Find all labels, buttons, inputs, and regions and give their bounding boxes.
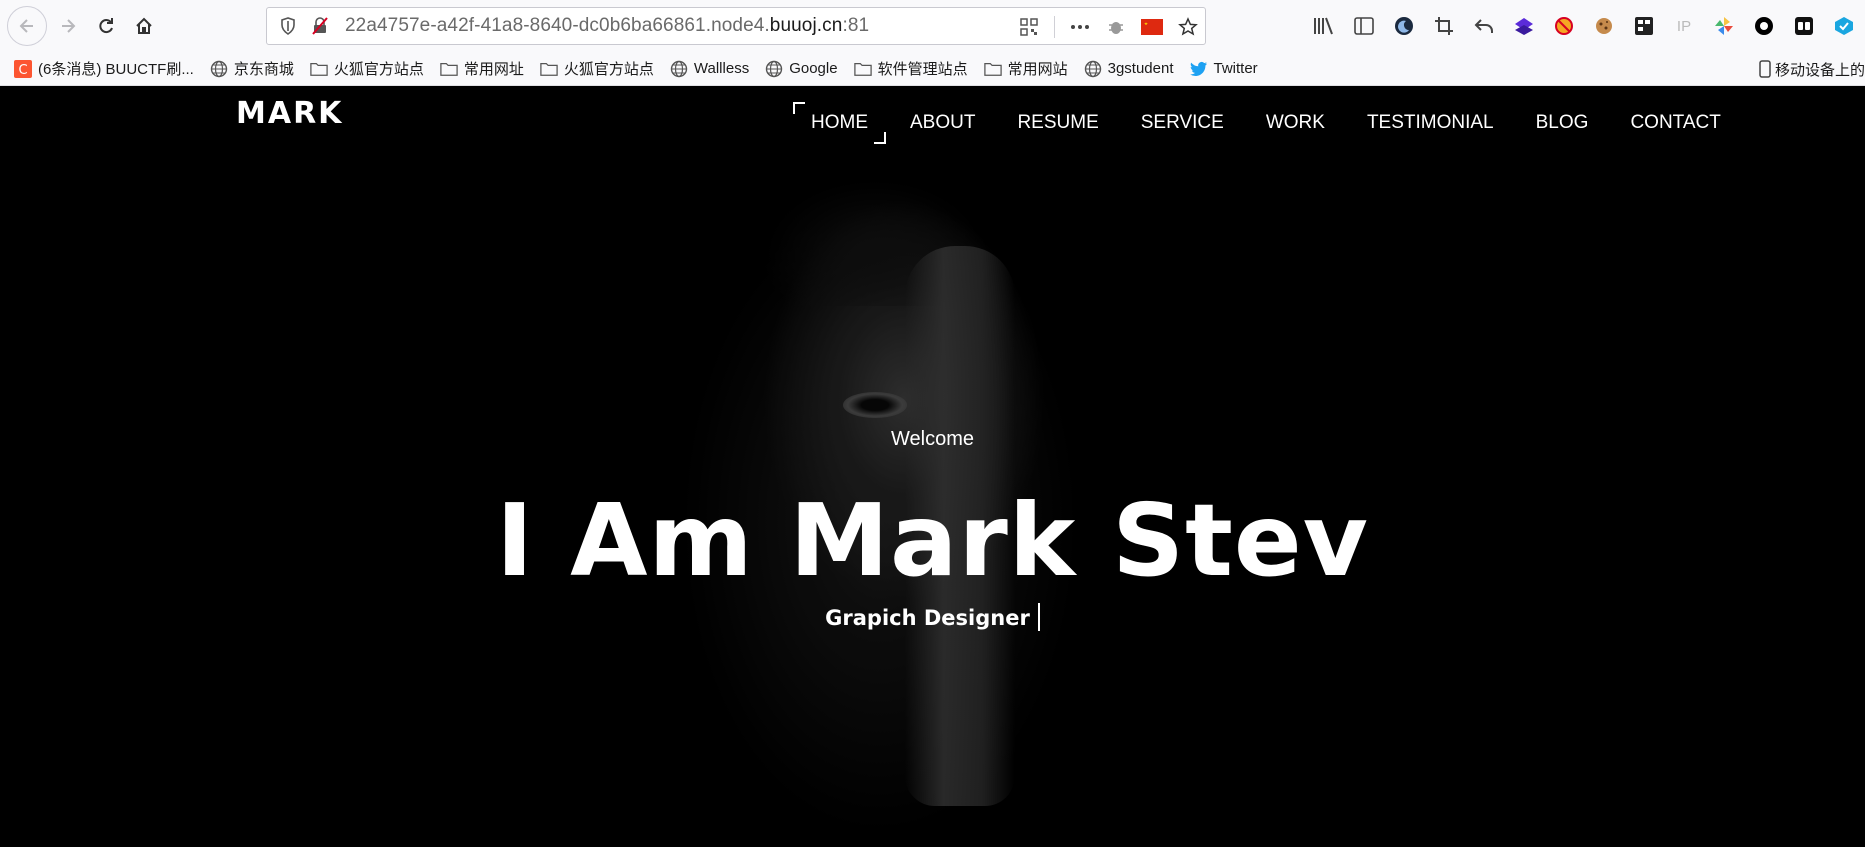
grid-extension-icon[interactable] xyxy=(1790,12,1818,40)
insecure-lock-icon[interactable] xyxy=(309,15,331,37)
nav-contact[interactable]: CONTACT xyxy=(1630,112,1720,134)
folder-icon xyxy=(853,60,872,78)
nav-work[interactable]: WORK xyxy=(1266,112,1325,134)
bookmark-label: (6条消息) BUUCTF刷... xyxy=(38,61,194,78)
twitter-icon xyxy=(1189,60,1208,78)
site-logo[interactable]: MARK xyxy=(236,96,343,131)
bookmark-label: Twitter xyxy=(1213,60,1258,77)
csdn-icon: C xyxy=(14,59,32,78)
url-port: :81 xyxy=(842,15,870,36)
qr-code-icon[interactable] xyxy=(1018,16,1040,38)
mobile-device-icon xyxy=(1759,60,1771,78)
folder-icon xyxy=(540,60,558,78)
star-bookmark-icon[interactable] xyxy=(1177,16,1199,38)
forward-button[interactable] xyxy=(51,9,85,43)
bookmark-label: 软件管理站点 xyxy=(877,61,968,78)
moon-extension-icon[interactable] xyxy=(1390,12,1418,40)
bookmarks-bar: C (6条消息) BUUCTF刷... 京东商城 火狐官方站点 常用网址 火狐官… xyxy=(0,52,1865,86)
globe-icon xyxy=(1084,60,1102,78)
arrow-left-icon xyxy=(19,19,33,33)
website-page: MARK HOME ABOUT RESUME SERVICE WORK TEST… xyxy=(0,86,1865,847)
cube-extension-icon[interactable] xyxy=(1830,12,1858,40)
crop-icon[interactable] xyxy=(1430,12,1458,40)
bookmark-label: 火狐官方站点 xyxy=(563,61,654,78)
circle-extension-icon[interactable] xyxy=(1750,12,1778,40)
nav-resume[interactable]: RESUME xyxy=(1017,112,1098,134)
main-nav: HOME ABOUT RESUME SERVICE WORK TESTIMONI… xyxy=(793,102,1721,144)
bookmark-label: 京东商城 xyxy=(233,61,294,78)
hero-headline: I Am Mark Stev xyxy=(496,482,1369,599)
bug-icon[interactable] xyxy=(1105,16,1127,38)
url-host: buuoj.cn xyxy=(769,15,843,36)
divider xyxy=(1054,16,1055,38)
back-button[interactable] xyxy=(7,6,47,46)
bookmark-google[interactable]: Google xyxy=(765,60,838,78)
more-actions-icon[interactable] xyxy=(1069,16,1091,38)
pinwheel-extension-icon[interactable] xyxy=(1710,12,1738,40)
arrow-right-icon xyxy=(62,19,76,33)
nav-service[interactable]: SERVICE xyxy=(1141,112,1224,134)
bookmark-folder-common[interactable]: 常用网址 xyxy=(440,58,524,79)
bookmark-label: 常用网站 xyxy=(1007,61,1068,78)
bookmark-folder-firefox-2[interactable]: 火狐官方站点 xyxy=(540,58,654,79)
ip-icon[interactable]: IP xyxy=(1670,12,1698,40)
mobile-bookmarks[interactable]: 移动设备上的 xyxy=(1759,52,1865,86)
nav-home[interactable]: HOME xyxy=(793,102,886,144)
china-flag-icon[interactable] xyxy=(1141,16,1163,38)
reload-icon xyxy=(99,18,113,34)
svg-text:C: C xyxy=(18,63,27,78)
bookmark-3gstudent[interactable]: 3gstudent xyxy=(1084,60,1174,78)
hero-subline: Grapich Designer xyxy=(0,603,1865,631)
hero-overlay xyxy=(0,86,1865,847)
bookmark-csdn[interactable]: C (6条消息) BUUCTF刷... xyxy=(14,58,194,79)
typing-caret xyxy=(1037,603,1040,631)
folder-icon xyxy=(440,60,458,78)
bookmark-label: 常用网址 xyxy=(463,61,524,78)
home-icon xyxy=(136,17,152,34)
nav-testimonial[interactable]: TESTIMONIAL xyxy=(1367,112,1494,134)
bookmark-jd[interactable]: 京东商城 xyxy=(210,58,294,79)
bookmark-label: Wallless xyxy=(693,60,750,77)
home-button[interactable] xyxy=(127,9,161,43)
layers-extension-icon[interactable] xyxy=(1510,12,1538,40)
cookie-icon[interactable] xyxy=(1590,12,1618,40)
bookmark-label: Google xyxy=(789,60,838,77)
bookmark-folder-firefox[interactable]: 火狐官方站点 xyxy=(310,58,424,79)
sidebar-icon[interactable] xyxy=(1350,12,1378,40)
mobile-bookmarks-label: 移动设备上的 xyxy=(1774,61,1865,79)
folder-icon xyxy=(983,60,1002,78)
globe-icon xyxy=(670,60,688,78)
library-icon[interactable] xyxy=(1310,12,1338,40)
shield-icon[interactable] xyxy=(277,15,299,37)
globe-icon xyxy=(765,60,783,78)
undo-icon[interactable] xyxy=(1470,12,1498,40)
hero-role: Grapich Designer xyxy=(825,606,1030,630)
bookmark-folder-sites[interactable]: 常用网站 xyxy=(983,58,1068,79)
table-extension-icon[interactable] xyxy=(1630,12,1658,40)
bookmark-label: 3gstudent xyxy=(1107,60,1174,77)
url-text: 22a4757e-a42f-41a8-8640-dc0b6ba66861.nod… xyxy=(345,15,869,37)
url-bar[interactable]: 22a4757e-a42f-41a8-8640-dc0b6ba66861.nod… xyxy=(266,7,1206,45)
folder-icon xyxy=(310,60,328,78)
bookmark-wallless[interactable]: Wallless xyxy=(670,60,749,78)
url-prefix: 22a4757e-a42f-41a8-8640-dc0b6ba66861.nod… xyxy=(345,15,770,36)
globe-icon xyxy=(210,60,228,78)
blocked-extension-icon[interactable] xyxy=(1550,12,1578,40)
reload-button[interactable] xyxy=(89,9,123,43)
bookmark-folder-software[interactable]: 软件管理站点 xyxy=(853,58,968,79)
browser-toolbar: 22a4757e-a42f-41a8-8640-dc0b6ba66861.nod… xyxy=(0,0,1865,52)
bookmark-label: 火狐官方站点 xyxy=(333,61,424,78)
nav-about[interactable]: ABOUT xyxy=(910,112,975,134)
bookmark-twitter[interactable]: Twitter xyxy=(1189,60,1258,78)
nav-blog[interactable]: BLOG xyxy=(1536,112,1589,134)
hero-welcome: Welcome xyxy=(891,428,974,450)
